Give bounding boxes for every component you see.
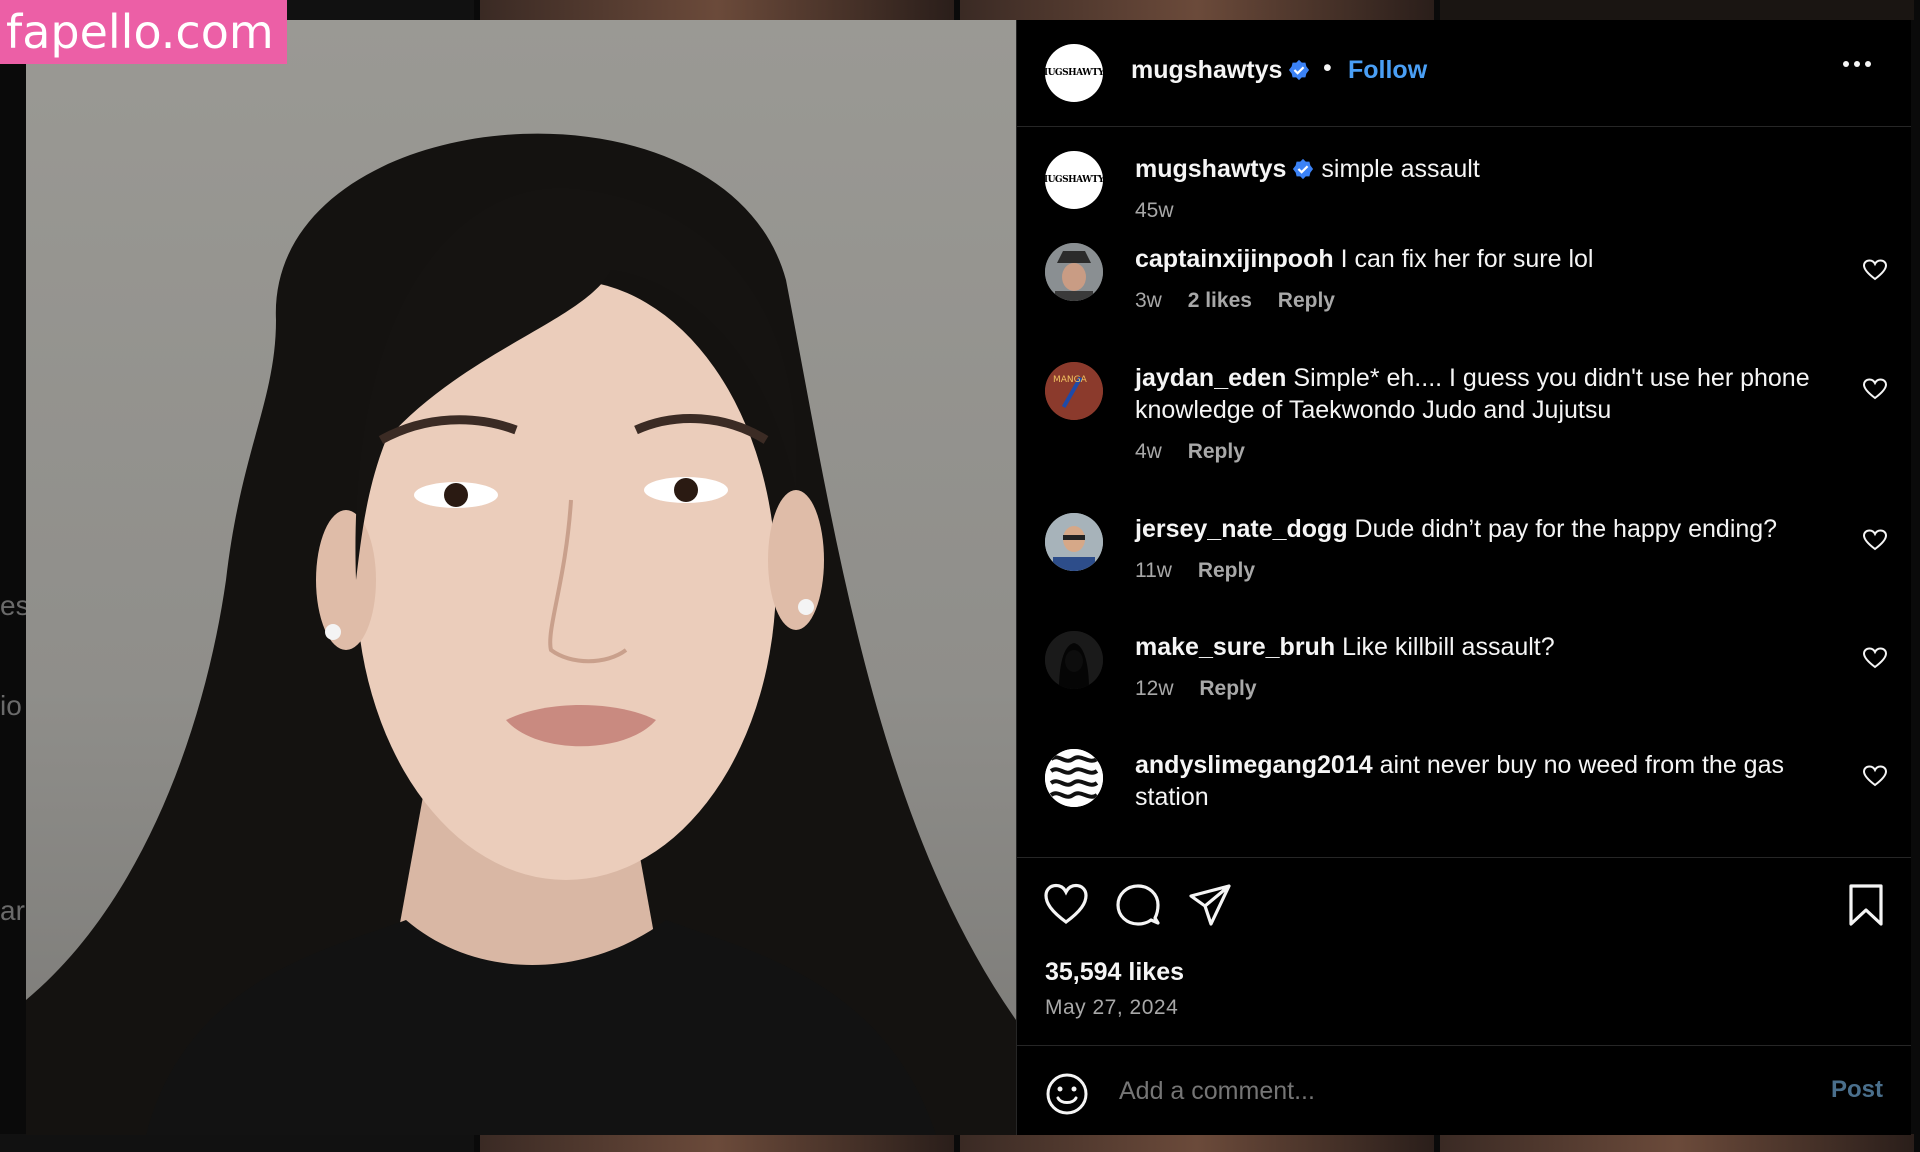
caption-meta: 45w (1135, 199, 1174, 223)
avatar-logo: MUGSHAWTYS (1045, 68, 1103, 78)
comment-meta: 4w Reply (1135, 440, 1245, 464)
comment-time: 4w (1135, 440, 1162, 463)
comment-time: 11w (1135, 559, 1172, 582)
post-comment-button[interactable]: Post (1831, 1076, 1883, 1104)
follow-button[interactable]: Follow (1348, 56, 1427, 85)
reply-button[interactable]: Reply (1198, 559, 1255, 582)
more-options-icon[interactable] (1843, 54, 1883, 78)
comment-meta: 3w 2 likes Reply (1135, 289, 1335, 313)
comment-text: jersey_nate_dogg Dude didn’t pay for the… (1135, 513, 1835, 545)
separator-dot: • (1323, 54, 1332, 82)
commenter-avatar[interactable] (1045, 513, 1103, 571)
add-comment-row: Post (1017, 1045, 1911, 1134)
comment-username[interactable]: andyslimegang2014 (1135, 751, 1373, 779)
comment-content: Dude didn’t pay for the happy ending? (1354, 515, 1778, 543)
avatar-logo: MUGSHAWTYS (1045, 175, 1103, 185)
post-photo (26, 20, 1016, 1135)
commenter-avatar[interactable]: MANGA (1045, 362, 1103, 420)
comment-username[interactable]: captainxijinpooh (1135, 245, 1334, 273)
comment-like-icon[interactable] (1863, 378, 1887, 400)
heart-icon[interactable] (1043, 882, 1089, 928)
caption-content: simple assault (1321, 155, 1480, 183)
share-icon[interactable] (1187, 882, 1233, 928)
comment-content: Like killbill assault? (1342, 633, 1555, 661)
post-date: May 27, 2024 (1045, 996, 1179, 1019)
comment-username[interactable]: jersey_nate_dogg (1135, 515, 1348, 543)
comment-like-icon[interactable] (1863, 765, 1887, 787)
verified-badge-icon (1289, 59, 1310, 81)
post-detail-panel: MUGSHAWTYS mugshawtys • Follow MUGSHAWTY… (1016, 20, 1911, 1135)
watermark: fapello.com (0, 0, 287, 64)
likes-count[interactable]: 35,594 likes (1045, 958, 1184, 987)
svg-text:MANGA: MANGA (1053, 375, 1088, 385)
add-comment-input[interactable] (1117, 1076, 1761, 1107)
comment-text: jaydan_eden Simple* eh.... I guess you d… (1135, 362, 1835, 426)
comment-username[interactable]: make_sure_bruh (1135, 633, 1335, 661)
post-header: MUGSHAWTYS mugshawtys • Follow (1017, 20, 1911, 127)
author-username-text[interactable]: mugshawtys (1131, 56, 1282, 84)
comment-username[interactable]: jaydan_eden (1135, 364, 1286, 392)
comment-meta: 12w Reply (1135, 677, 1257, 701)
author-username[interactable]: mugshawtys (1131, 56, 1310, 85)
comment-time: 12w (1135, 677, 1174, 700)
commenter-avatar[interactable] (1045, 749, 1103, 807)
bookmark-icon[interactable] (1843, 882, 1889, 928)
comment-time: 3w (1135, 289, 1162, 312)
comment-text: make_sure_bruh Like killbill assault? (1135, 631, 1835, 663)
comment-likes[interactable]: 2 likes (1188, 289, 1252, 312)
background-text-fragment: io (0, 690, 22, 721)
comment-content: I can fix her for sure lol (1340, 245, 1594, 273)
background-thumbnails-bottom (0, 1134, 1920, 1152)
reply-button[interactable]: Reply (1199, 677, 1256, 700)
author-avatar[interactable]: MUGSHAWTYS (1045, 44, 1103, 102)
comment-text: captainxijinpooh I can fix her for sure … (1135, 243, 1835, 275)
comment-text: andyslimegang2014 aint never buy no weed… (1135, 749, 1835, 813)
comments-list[interactable]: MUGSHAWTYS mugshawtys simple assault 45w… (1017, 127, 1911, 857)
emoji-icon[interactable] (1045, 1072, 1089, 1116)
background-thumbnails-top (0, 0, 1920, 20)
comment-meta: 11w Reply (1135, 559, 1255, 583)
reply-button[interactable]: Reply (1188, 440, 1245, 463)
caption-text: mugshawtys simple assault (1135, 153, 1835, 185)
reply-button[interactable]: Reply (1278, 289, 1335, 312)
caption-username[interactable]: mugshawtys (1135, 155, 1286, 183)
comment-like-icon[interactable] (1863, 529, 1887, 551)
commenter-avatar[interactable] (1045, 631, 1103, 689)
caption-time: 45w (1135, 199, 1174, 222)
commenter-avatar[interactable] (1045, 243, 1103, 301)
verified-badge-icon (1293, 158, 1314, 180)
comment-icon[interactable] (1115, 882, 1161, 928)
post-actions: 35,594 likes May 27, 2024 Post (1017, 857, 1911, 1134)
caption-avatar[interactable]: MUGSHAWTYS (1045, 151, 1103, 209)
comment-like-icon[interactable] (1863, 259, 1887, 281)
portrait-illustration (26, 133, 1016, 1135)
comment-like-icon[interactable] (1863, 647, 1887, 669)
